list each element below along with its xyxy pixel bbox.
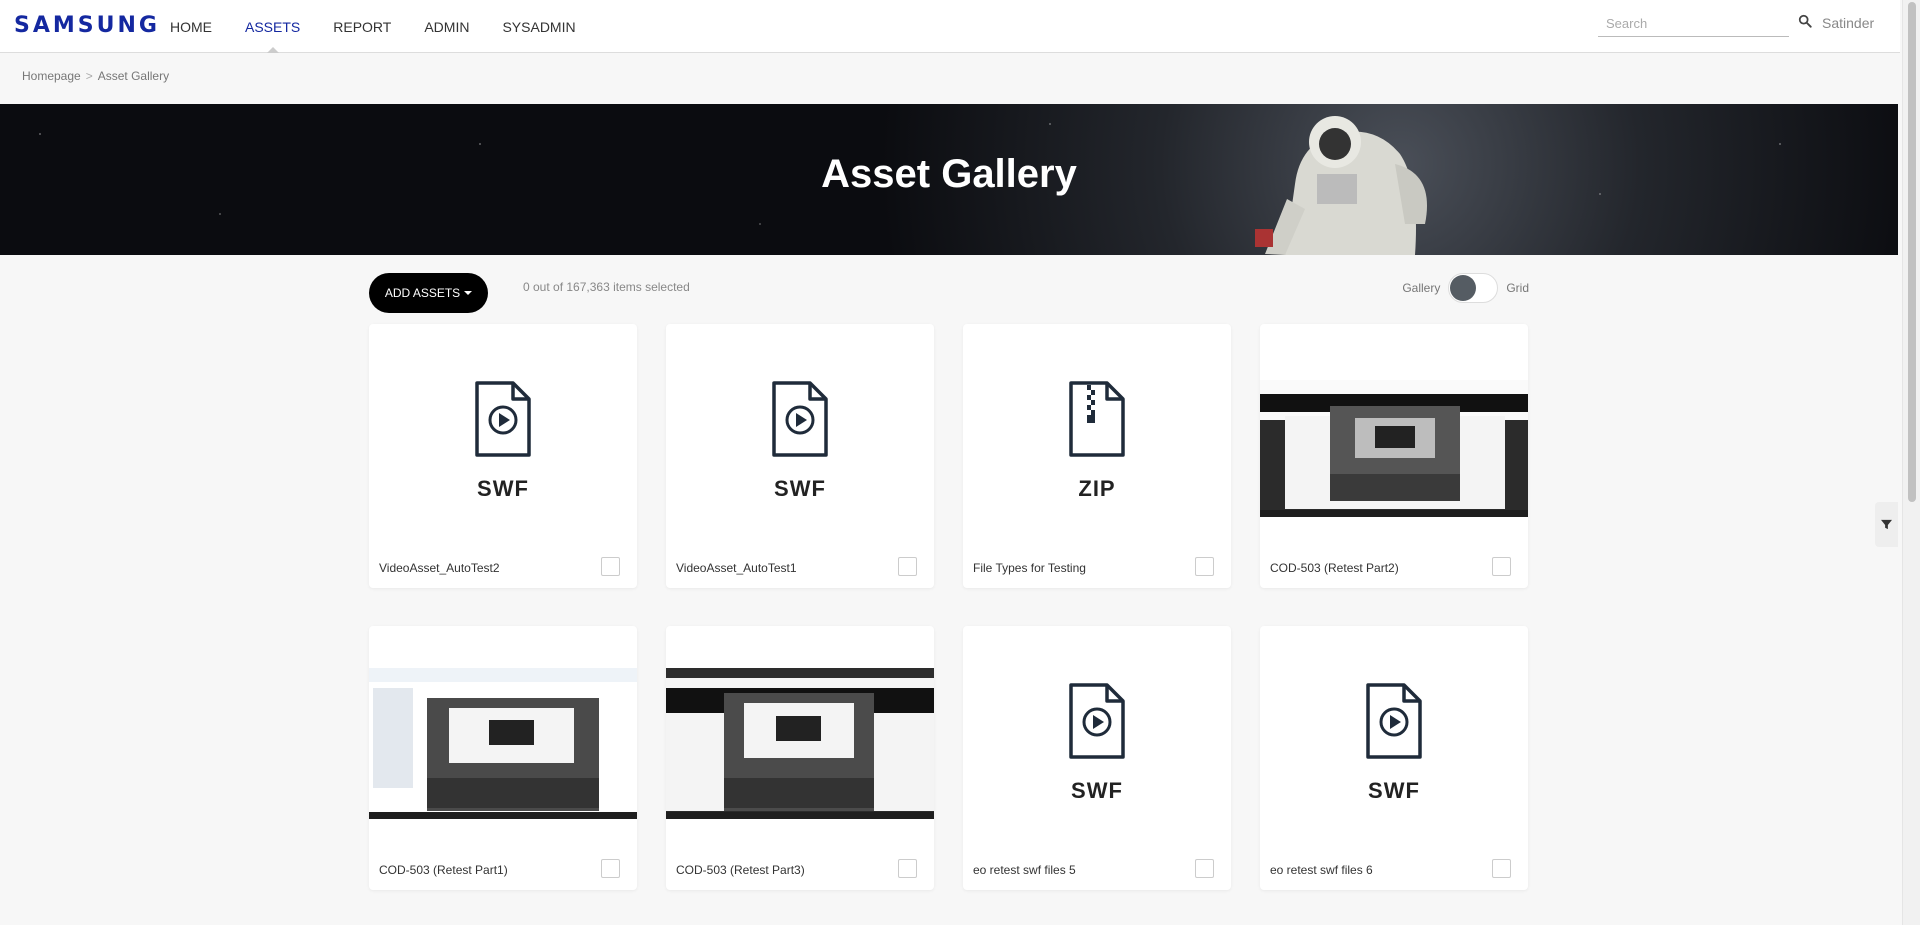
asset-name[interactable]: VideoAsset_AutoTest1 — [676, 561, 797, 575]
nav-assets[interactable]: ASSETS — [245, 19, 301, 53]
asset-card[interactable]: SWF eo retest swf files 5 — [963, 626, 1231, 890]
page-scrollbar[interactable] — [1902, 0, 1920, 925]
asset-name[interactable]: COD-503 (Retest Part2) — [1270, 561, 1399, 575]
video-file-icon — [475, 381, 531, 457]
breadcrumb-current: Asset Gallery — [97, 69, 170, 83]
asset-card[interactable]: COD-503 (Retest Part1) — [369, 626, 637, 890]
search-icon[interactable] — [1798, 14, 1812, 28]
main-nav: HOME ASSETS REPORT ADMIN SYSADMIN — [170, 19, 609, 53]
gallery-toolbar: ADD ASSETS 0 out of 167,363 items select… — [369, 273, 1529, 313]
asset-card[interactable]: COD-503 (Retest Part3) — [666, 626, 934, 890]
file-type-label: ZIP — [1078, 476, 1116, 501]
scrollbar-thumb[interactable] — [1908, 2, 1916, 502]
nav-admin[interactable]: ADMIN — [424, 19, 469, 35]
breadcrumb: Homepage > Asset Gallery — [22, 69, 169, 83]
add-assets-button[interactable]: ADD ASSETS — [369, 273, 488, 313]
filter-icon — [1881, 519, 1892, 530]
filter-panel-toggle[interactable] — [1875, 502, 1898, 547]
samsung-logo[interactable]: SAMSUNG — [14, 13, 160, 38]
asset-name[interactable]: COD-503 (Retest Part3) — [676, 863, 805, 877]
asset-checkbox[interactable] — [1492, 557, 1511, 576]
asset-checkbox[interactable] — [601, 859, 620, 878]
view-toggle-switch[interactable] — [1448, 273, 1499, 303]
file-type-label: SWF — [1368, 778, 1420, 803]
view-toggle: Gallery Grid — [1402, 273, 1529, 303]
asset-checkbox[interactable] — [1492, 859, 1511, 878]
asset-card[interactable]: SWF VideoAsset_AutoTest1 — [666, 324, 934, 588]
breadcrumb-separator: > — [85, 69, 93, 83]
asset-checkbox[interactable] — [601, 557, 620, 576]
file-type-label: SWF — [477, 476, 529, 501]
nav-assets-label: ASSETS — [245, 19, 301, 35]
active-indicator — [266, 47, 279, 53]
search-input[interactable] — [1598, 10, 1789, 37]
nav-report[interactable]: REPORT — [333, 19, 391, 35]
toggle-knob — [1450, 275, 1477, 301]
video-file-icon — [772, 381, 828, 457]
page-title: Asset Gallery — [821, 152, 1077, 196]
video-file-icon — [1366, 683, 1422, 759]
asset-grid: SWF VideoAsset_AutoTest2 SWF VideoAsset_… — [369, 324, 1528, 890]
hero-banner: Asset Gallery — [0, 104, 1898, 255]
asset-card[interactable]: SWF eo retest swf files 6 — [1260, 626, 1528, 890]
file-type-label: SWF — [1071, 778, 1123, 803]
screenshot-thumbnail — [666, 668, 934, 819]
video-file-icon — [1069, 683, 1125, 759]
asset-name[interactable]: COD-503 (Retest Part1) — [379, 863, 508, 877]
screenshot-thumbnail — [369, 668, 637, 819]
asset-card[interactable]: COD-503 (Retest Part2) — [1260, 324, 1528, 588]
asset-checkbox[interactable] — [1195, 859, 1214, 878]
asset-name[interactable]: eo retest swf files 6 — [1270, 863, 1373, 877]
asset-checkbox[interactable] — [1195, 557, 1214, 576]
zip-file-icon — [1069, 381, 1125, 457]
view-grid-label: Grid — [1506, 281, 1529, 295]
asset-name[interactable]: File Types for Testing — [973, 561, 1086, 575]
file-type-label: SWF — [774, 476, 826, 501]
view-gallery-label: Gallery — [1402, 281, 1441, 295]
asset-card[interactable]: SWF VideoAsset_AutoTest2 — [369, 324, 637, 588]
nav-home[interactable]: HOME — [170, 19, 212, 35]
nav-sysadmin[interactable]: SYSADMIN — [502, 19, 575, 35]
screenshot-thumbnail — [1260, 366, 1528, 517]
caret-down-icon — [464, 291, 473, 295]
add-assets-label: ADD ASSETS — [384, 286, 461, 300]
asset-checkbox[interactable] — [898, 859, 917, 878]
selection-count: 0 out of 167,363 items selected — [523, 280, 690, 294]
asset-name[interactable]: eo retest swf files 5 — [973, 863, 1076, 877]
user-name[interactable]: Satinder — [1822, 15, 1874, 31]
top-navbar: SAMSUNG HOME ASSETS REPORT ADMIN SYSADMI… — [0, 0, 1900, 53]
asset-checkbox[interactable] — [898, 557, 917, 576]
asset-name[interactable]: VideoAsset_AutoTest2 — [379, 561, 500, 575]
asset-card[interactable]: ZIP File Types for Testing — [963, 324, 1231, 588]
breadcrumb-home[interactable]: Homepage — [22, 69, 81, 83]
